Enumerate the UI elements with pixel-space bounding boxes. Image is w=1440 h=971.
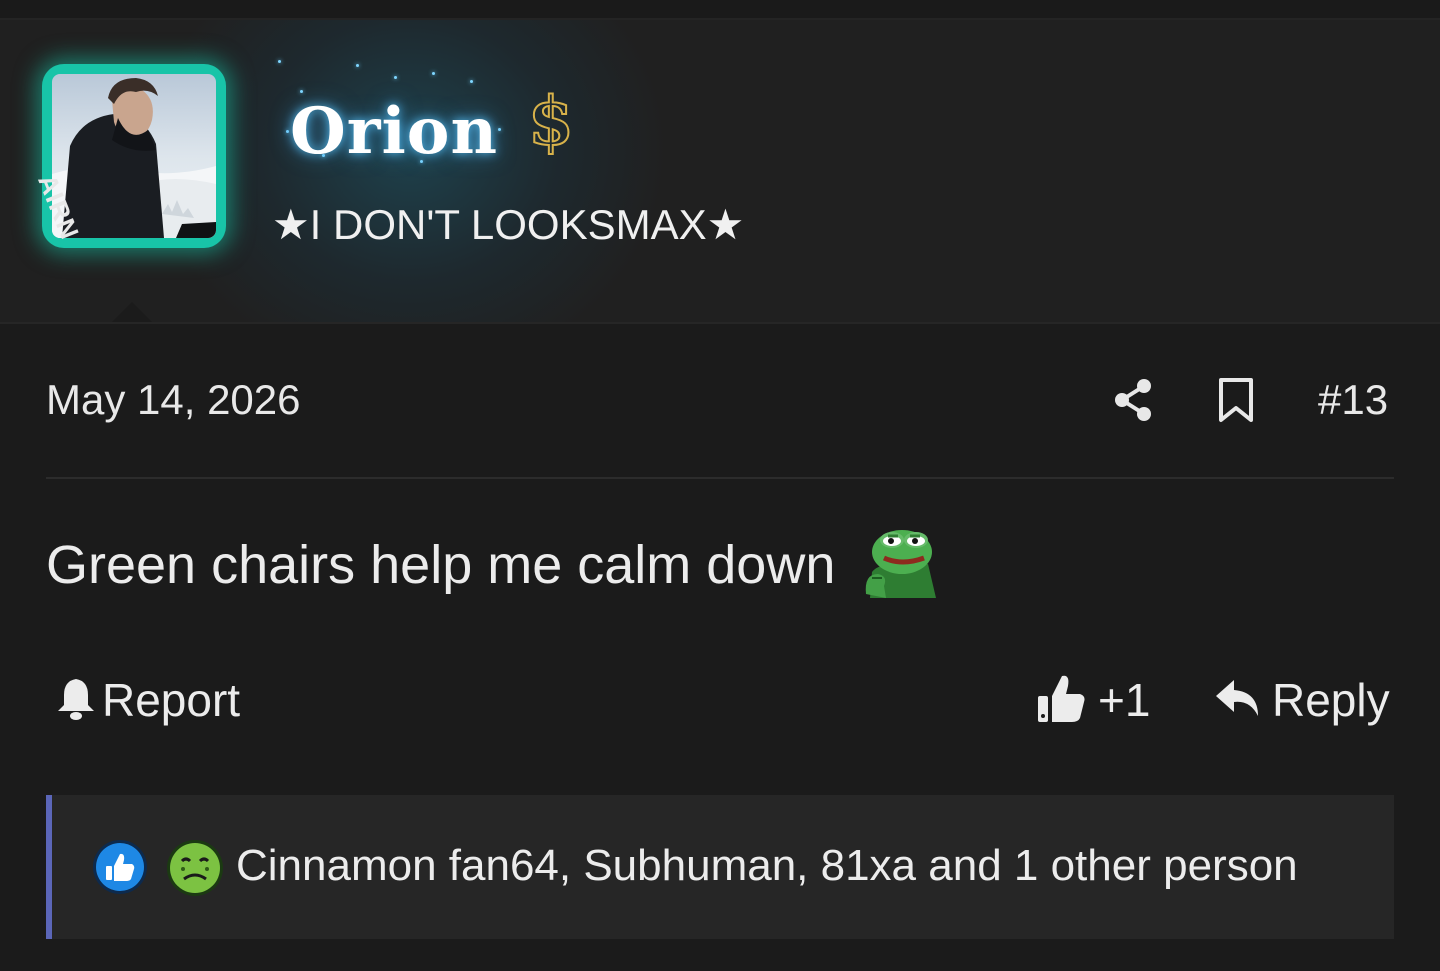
like-button[interactable]: +1 bbox=[1036, 672, 1150, 728]
sparkle bbox=[278, 60, 281, 63]
reply-arrow-icon bbox=[1214, 676, 1260, 725]
sparkle bbox=[498, 128, 501, 131]
reactions-accent-bar bbox=[46, 795, 52, 939]
report-label: Report bbox=[102, 674, 241, 726]
header-pointer bbox=[92, 302, 172, 322]
sparkle bbox=[356, 64, 359, 67]
bookmark-icon[interactable] bbox=[1216, 376, 1256, 424]
username-glow bbox=[150, 20, 670, 322]
sparkle bbox=[286, 130, 289, 133]
sparkle bbox=[394, 76, 397, 79]
sick-reaction-icon bbox=[166, 839, 224, 897]
top-bar bbox=[0, 0, 1440, 20]
sparkle bbox=[300, 90, 303, 93]
bell-icon bbox=[56, 675, 96, 726]
post-date[interactable]: May 14, 2026 bbox=[46, 376, 301, 424]
user-title: ★I DON'T LOOKSMAX★ bbox=[272, 201, 745, 248]
report-button[interactable]: Report bbox=[56, 672, 240, 728]
post-author-header: AIRN Orion $ ★I DON'T LOOKSMAX★ bbox=[0, 20, 1440, 324]
sparkle bbox=[432, 72, 435, 75]
like-count: +1 bbox=[1098, 674, 1151, 726]
reactors-list[interactable]: Cinnamon fan64, Subhuman, 81xa and 1 oth… bbox=[236, 841, 1298, 891]
reactions-bar[interactable]: Cinnamon fan64, Subhuman, 81xa and 1 oth… bbox=[46, 795, 1394, 939]
pepe-thinking-icon bbox=[858, 524, 938, 598]
thumbs-up-icon bbox=[1036, 672, 1086, 729]
divider bbox=[46, 477, 1394, 479]
username[interactable]: Orion bbox=[290, 94, 498, 169]
post-message: Green chairs help me calm down bbox=[46, 535, 836, 595]
reply-label: Reply bbox=[1272, 674, 1390, 726]
dollar-badge-icon: $ bbox=[527, 81, 575, 161]
share-icon[interactable] bbox=[1112, 376, 1156, 424]
sparkle bbox=[470, 80, 473, 83]
like-reaction-icon bbox=[92, 839, 148, 895]
reply-button[interactable]: Reply bbox=[1214, 672, 1390, 728]
post-number[interactable]: #13 bbox=[1318, 376, 1388, 424]
